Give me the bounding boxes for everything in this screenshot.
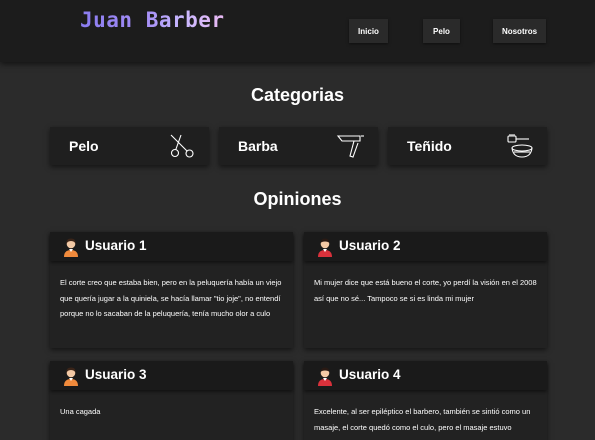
review-text: Una cagada <box>60 407 101 416</box>
top-navbar: Juan Barber Inicio Pelo Nosotros <box>0 0 595 62</box>
category-card-tenido[interactable]: Teñido <box>388 127 547 165</box>
review-username: Usuario 2 <box>339 238 401 253</box>
review-card: Usuario 2 Mi mujer dice que está bueno e… <box>304 232 547 348</box>
review-text: El corte creo que estaba bien, pero en l… <box>60 278 282 318</box>
review-username: Usuario 1 <box>85 238 147 253</box>
review-username: Usuario 4 <box>339 367 401 382</box>
female-avatar-icon <box>64 238 78 257</box>
review-header: Usuario 1 <box>50 232 293 261</box>
nav-nosotros-button[interactable]: Nosotros <box>493 19 546 43</box>
razor-icon <box>336 135 364 158</box>
category-label: Barba <box>238 138 278 154</box>
categories-title: Categorias <box>250 85 345 105</box>
category-card-barba[interactable]: Barba <box>219 127 378 165</box>
review-card: Usuario 4 Excelente, al ser epiléptico e… <box>304 361 547 440</box>
category-label: Teñido <box>407 138 452 154</box>
category-card-pelo[interactable]: Pelo <box>50 127 209 165</box>
dye-bowl-icon <box>507 134 533 158</box>
male-avatar-icon <box>318 367 332 386</box>
female-avatar-icon <box>64 367 78 386</box>
brand-logo[interactable]: Juan Barber <box>80 8 225 32</box>
scissors-icon <box>170 134 194 158</box>
reviews-title: Opiniones <box>253 189 342 209</box>
nav-pelo-button[interactable]: Pelo <box>423 19 460 43</box>
review-text: Mi mujer dice que está bueno el corte, y… <box>314 278 537 303</box>
review-card: Usuario 3 Una cagada <box>50 361 293 440</box>
male-avatar-icon <box>318 238 332 257</box>
category-label: Pelo <box>69 138 99 154</box>
review-text: Excelente, al ser epiléptico el barbero,… <box>314 407 531 432</box>
review-header: Usuario 3 <box>50 361 293 390</box>
review-username: Usuario 3 <box>85 367 147 382</box>
review-header: Usuario 2 <box>304 232 547 261</box>
review-header: Usuario 4 <box>304 361 547 390</box>
review-card: Usuario 1 El corte creo que estaba bien,… <box>50 232 293 348</box>
nav-inicio-button[interactable]: Inicio <box>349 19 388 43</box>
